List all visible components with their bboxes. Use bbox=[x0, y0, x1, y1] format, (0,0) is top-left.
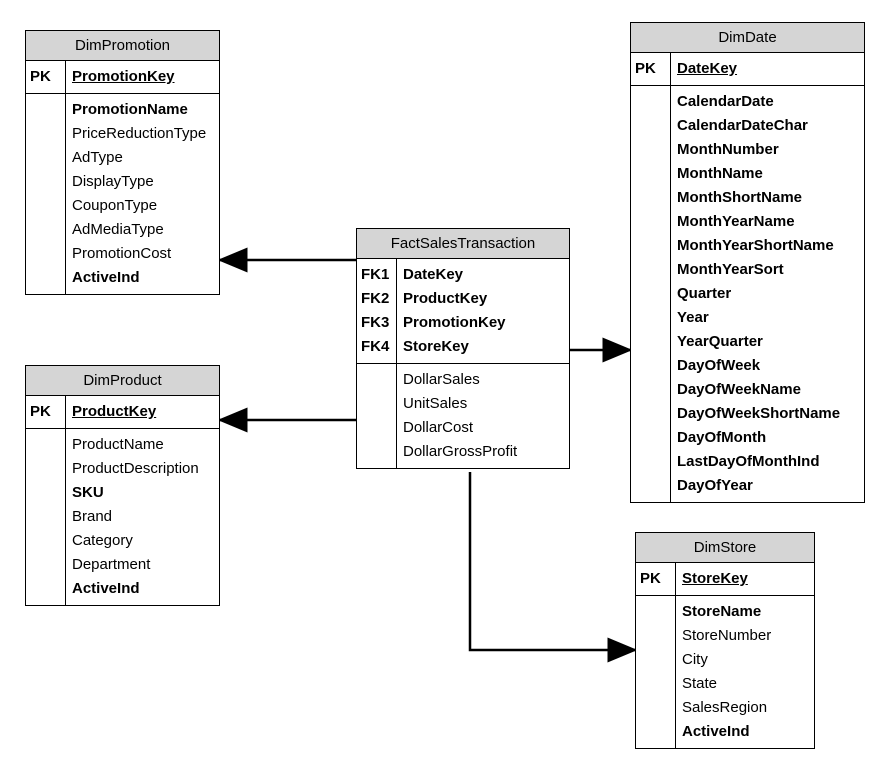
entity-title: DimPromotion bbox=[26, 31, 219, 61]
pk-field: StoreKey bbox=[682, 569, 808, 589]
field: StoreName bbox=[682, 602, 808, 622]
field: DayOfWeekShortName bbox=[677, 404, 858, 424]
fk-field: PromotionKey bbox=[403, 313, 563, 333]
entity-title: DimDate bbox=[631, 23, 864, 53]
field: StoreNumber bbox=[682, 626, 808, 646]
fields-container: StoreName StoreNumber City State SalesRegion… bbox=[676, 596, 814, 748]
field: DayOfMonth bbox=[677, 428, 858, 448]
fields-row: DollarSales UnitSales DollarCost DollarGros… bbox=[357, 364, 569, 468]
fields-container: ProductName ProductDescription SKU Brand Cat… bbox=[66, 429, 219, 605]
fk-field: ProductKey bbox=[403, 289, 563, 309]
pk-field: PromotionKey bbox=[72, 67, 213, 87]
field: DollarCost bbox=[403, 418, 563, 438]
field: MonthName bbox=[677, 164, 858, 184]
field: YearQuarter bbox=[677, 332, 858, 352]
fields-container: PromotionName PriceReductionType AdType Dis… bbox=[66, 94, 219, 294]
entity-dim-store: DimStore PK StoreKey StoreName StoreNumbe… bbox=[635, 532, 815, 749]
entity-dim-product: DimProduct PK ProductKey ProductNameProd… bbox=[25, 365, 220, 606]
field: PriceReductionType bbox=[72, 124, 213, 144]
fk-field: DateKey bbox=[403, 265, 563, 285]
field: DayOfYear bbox=[677, 476, 858, 496]
field: UnitSales bbox=[403, 394, 563, 414]
pk-row: PK PromotionKey bbox=[26, 61, 219, 94]
field: CalendarDate bbox=[677, 92, 858, 112]
field: City bbox=[682, 650, 808, 670]
field: Brand bbox=[72, 507, 213, 527]
field: MonthNumber bbox=[677, 140, 858, 160]
field: Quarter bbox=[677, 284, 858, 304]
field: DollarSales bbox=[403, 370, 563, 390]
field: ActiveInd bbox=[682, 722, 808, 742]
field: SKU bbox=[72, 483, 213, 503]
fk-row: FK1 FK2 FK3 FK4 DateKey ProductKey PromotionK… bbox=[357, 259, 569, 364]
pk-field: DateKey bbox=[677, 59, 858, 79]
er-diagram-canvas: DimPromotion PK PromotionKey PromotionNa… bbox=[0, 0, 892, 777]
field: PromotionName bbox=[72, 100, 213, 120]
pk-row: PK StoreKey bbox=[636, 563, 814, 596]
pk-label: PK bbox=[635, 59, 666, 79]
field: MonthYearSort bbox=[677, 260, 858, 280]
field: MonthShortName bbox=[677, 188, 858, 208]
field: DisplayType bbox=[72, 172, 213, 192]
field: AdType bbox=[72, 148, 213, 168]
field: State bbox=[682, 674, 808, 694]
field: LastDayOfMonthInd bbox=[677, 452, 858, 472]
fields-row: StoreName StoreNumber City State SalesRegion… bbox=[636, 596, 814, 748]
field: ProductName bbox=[72, 435, 213, 455]
field: DollarGrossProfit bbox=[403, 442, 563, 462]
field: ActiveInd bbox=[72, 268, 213, 288]
field: ProductDescription bbox=[72, 459, 213, 479]
fk-label: FK2 bbox=[361, 289, 392, 309]
field: Year bbox=[677, 308, 858, 328]
field: Category bbox=[72, 531, 213, 551]
pk-label: PK bbox=[640, 569, 671, 589]
field: CalendarDateChar bbox=[677, 116, 858, 136]
pk-field: ProductKey bbox=[72, 402, 213, 422]
fk-label: FK1 bbox=[361, 265, 392, 285]
field: DayOfWeekName bbox=[677, 380, 858, 400]
field: AdMediaType bbox=[72, 220, 213, 240]
pk-label: PK bbox=[30, 402, 61, 422]
fk-field: StoreKey bbox=[403, 337, 563, 357]
entity-title: FactSalesTransaction bbox=[357, 229, 569, 259]
pk-row: PK DateKey bbox=[631, 53, 864, 86]
field: MonthYearName bbox=[677, 212, 858, 232]
fk-label: FK4 bbox=[361, 337, 392, 357]
entity-fact-sales-transaction: FactSalesTransaction FK1 FK2 FK3 FK4 DateKe… bbox=[356, 228, 570, 469]
fields-container: CalendarDate CalendarDateChar MonthNumber M… bbox=[671, 86, 864, 502]
fields-container: DollarSales UnitSales DollarCost DollarGros… bbox=[397, 364, 569, 468]
fields-row: ProductName ProductDescription SKU Brand Cat… bbox=[26, 429, 219, 605]
entity-title: DimProduct bbox=[26, 366, 219, 396]
fk-labels-container: FK1 FK2 FK3 FK4 bbox=[357, 259, 397, 363]
fk-fields-container: DateKey ProductKey PromotionKey StoreKey bbox=[397, 259, 569, 363]
entity-dim-date: DimDate PK DateKey CalendarDateCalendarD… bbox=[630, 22, 865, 503]
field: ActiveInd bbox=[72, 579, 213, 599]
fields-row: CalendarDate CalendarDateChar MonthNumber M… bbox=[631, 86, 864, 502]
field: Department bbox=[72, 555, 213, 575]
field: PromotionCost bbox=[72, 244, 213, 264]
field: SalesRegion bbox=[682, 698, 808, 718]
fk-label: FK3 bbox=[361, 313, 392, 333]
pk-row: PK ProductKey bbox=[26, 396, 219, 429]
pk-label: PK bbox=[30, 67, 61, 87]
field: MonthYearShortName bbox=[677, 236, 858, 256]
fields-row: PromotionName PriceReductionType AdType Dis… bbox=[26, 94, 219, 294]
entity-dim-promotion: DimPromotion PK PromotionKey PromotionNa… bbox=[25, 30, 220, 295]
field: DayOfWeek bbox=[677, 356, 858, 376]
field: CouponType bbox=[72, 196, 213, 216]
entity-title: DimStore bbox=[636, 533, 814, 563]
